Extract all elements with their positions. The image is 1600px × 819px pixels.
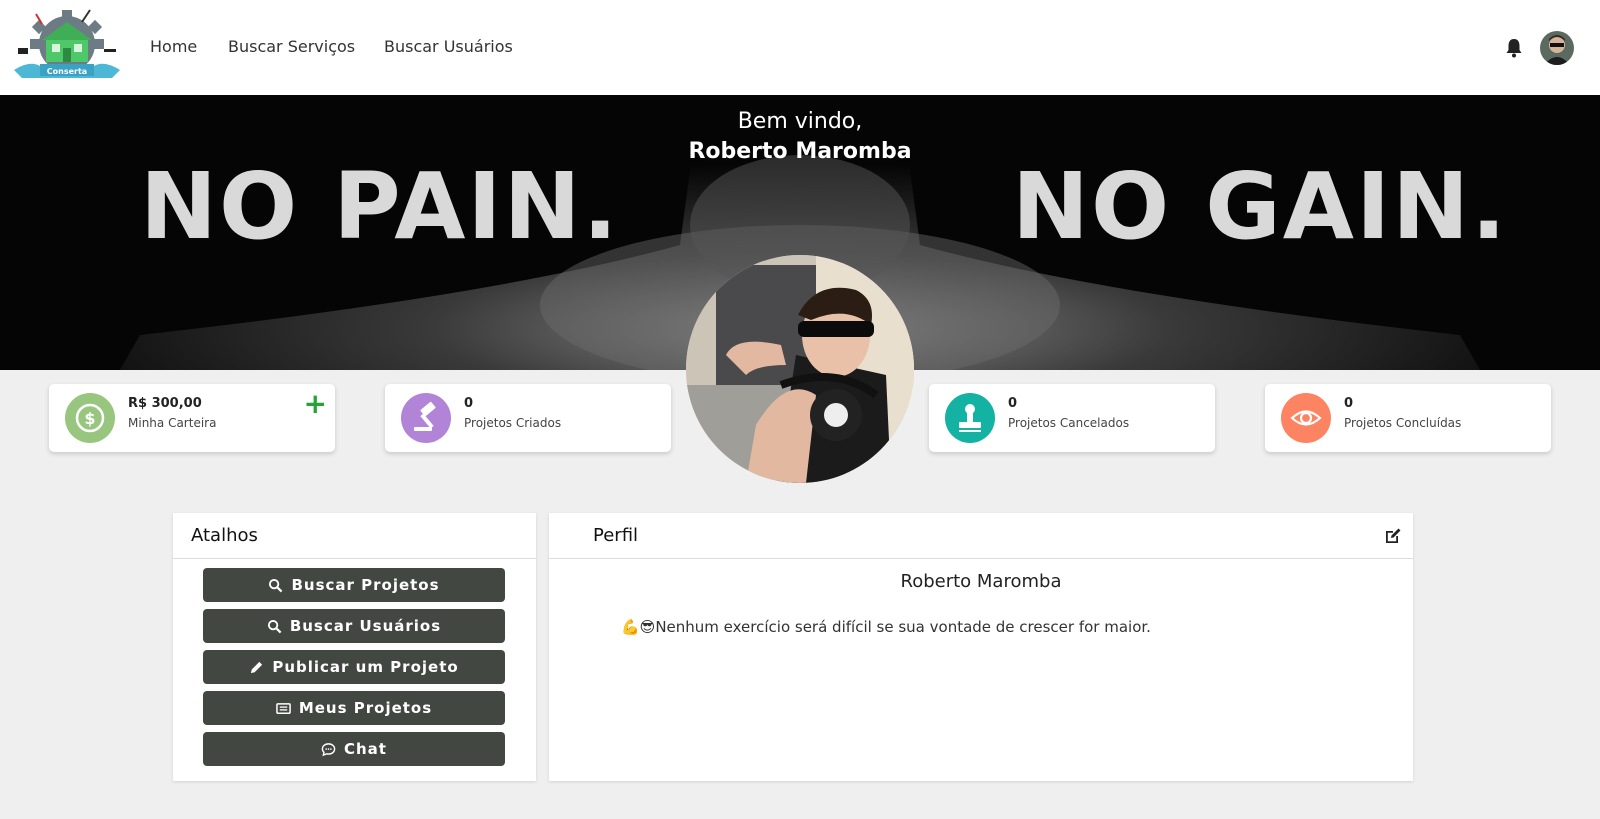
slogan-left: NO PAIN.: [140, 153, 620, 260]
nav-home[interactable]: Home: [150, 37, 197, 56]
profile-name: Roberto Maromba: [900, 571, 1062, 592]
bell-icon[interactable]: [1505, 38, 1523, 58]
projects-cancelled-label: Projetos Cancelados: [1008, 416, 1130, 430]
stamp-icon: [945, 393, 995, 443]
dollar-icon: $: [65, 393, 115, 443]
profile-photo: [686, 255, 914, 483]
nav-buscar-usuarios[interactable]: Buscar Usuários: [384, 37, 513, 56]
chat-button[interactable]: Chat: [203, 732, 505, 766]
chat-icon: [321, 742, 336, 756]
shortcuts-panel: Atalhos Buscar Projetos Buscar Usuários …: [173, 513, 536, 781]
stat-card-created: 0 Projetos Criados: [385, 384, 671, 452]
shortcuts-title: Atalhos: [191, 525, 258, 546]
stat-card-cancelled: 0 Projetos Cancelados: [929, 384, 1215, 452]
profile-header: Perfil: [549, 513, 1413, 559]
welcome-user-name: Roberto Maromba: [688, 139, 912, 164]
buscar-projetos-button[interactable]: Buscar Projetos: [203, 568, 505, 602]
wallet-label: Minha Carteira: [128, 416, 217, 430]
stat-card-completed: 0 Projetos Concluídas: [1265, 384, 1551, 452]
chat-label: Chat: [344, 740, 387, 758]
search-icon: [267, 619, 282, 633]
eye-icon: [1281, 393, 1331, 443]
projects-created-label: Projetos Criados: [464, 416, 562, 430]
projects-completed-count: 0: [1344, 396, 1354, 411]
profile-title: Perfil: [593, 525, 639, 546]
buscar-projetos-label: Buscar Projetos: [291, 576, 440, 594]
buscar-usuarios-label: Buscar Usuários: [289, 617, 442, 635]
meus-projetos-button[interactable]: Meus Projetos: [203, 691, 505, 725]
stat-card-wallet: $ R$ 300,00 Minha Carteira +: [49, 384, 335, 452]
slogan-right: NO GAIN.: [1012, 153, 1509, 260]
add-funds-button[interactable]: +: [304, 390, 327, 418]
svg-text:Conserta: Conserta: [47, 67, 87, 76]
projects-cancelled-count: 0: [1008, 396, 1018, 411]
pencil-icon: [251, 661, 263, 673]
projects-completed-label: Projetos Concluídas: [1344, 416, 1462, 430]
projects-created-count: 0: [464, 396, 474, 411]
nav-buscar-servicos[interactable]: Buscar Serviços: [228, 37, 355, 56]
profile-bio: 💪😎Nenhum exercício será difícil se sua v…: [621, 618, 1151, 636]
navbar: Conserta Home Buscar Serviços Buscar Usu…: [0, 0, 1600, 95]
meus-projetos-label: Meus Projetos: [298, 699, 433, 717]
gavel-icon: [401, 393, 451, 443]
buscar-usuarios-button[interactable]: Buscar Usuários: [203, 609, 505, 643]
wallet-balance: R$ 300,00: [128, 396, 202, 411]
svg-text:$: $: [84, 409, 95, 428]
edit-icon[interactable]: [1383, 526, 1403, 546]
search-icon: [269, 578, 283, 592]
profile-panel: Perfil Roberto Maromba 💪😎Nenhum exercíci…: [549, 513, 1413, 781]
user-avatar[interactable]: [1540, 31, 1574, 65]
list-icon: [276, 702, 291, 714]
shortcuts-header: Atalhos: [173, 513, 536, 559]
logo[interactable]: Conserta: [12, 8, 122, 84]
publicar-projeto-label: Publicar um Projeto: [272, 658, 459, 676]
publicar-projeto-button[interactable]: Publicar um Projeto: [203, 650, 505, 684]
welcome-greeting: Bem vindo,: [737, 109, 863, 134]
